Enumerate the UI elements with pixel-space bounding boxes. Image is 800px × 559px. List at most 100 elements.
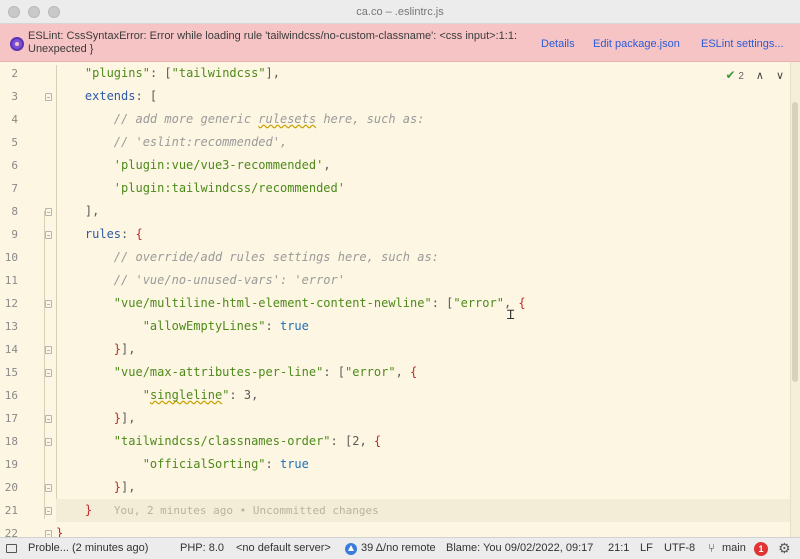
code-line[interactable]: }],: [56, 338, 791, 361]
line-number[interactable]: 8: [0, 200, 60, 223]
code-token: }: [113, 480, 122, 494]
code-line[interactable]: }],: [56, 407, 791, 430]
line-number[interactable]: 19: [0, 453, 60, 476]
code-line[interactable]: // override/add rules settings here, suc…: [56, 246, 791, 269]
fold-marker-icon[interactable]: [45, 484, 52, 492]
fold-marker-icon[interactable]: [45, 369, 52, 377]
line-number[interactable]: 4: [0, 108, 60, 131]
line-number[interactable]: 14: [0, 338, 60, 361]
line-number[interactable]: 15: [0, 361, 60, 384]
line-number[interactable]: 18: [0, 430, 60, 453]
code-token: ,: [251, 388, 259, 402]
code-line[interactable]: "plugins": ["tailwindcss"],: [56, 62, 791, 85]
line-number[interactable]: 12: [0, 292, 60, 315]
code-line[interactable]: 'plugin:vue/vue3-recommended',: [56, 154, 791, 177]
vertical-scrollbar[interactable]: [790, 62, 800, 537]
line-number[interactable]: 6: [0, 154, 60, 177]
notification-badge[interactable]: 1: [754, 542, 768, 556]
code-token: }: [56, 526, 64, 537]
line-number[interactable]: 7: [0, 177, 60, 200]
gear-icon[interactable]: ⚙: [778, 540, 791, 557]
code-line[interactable]: "tailwindcss/classnames-order": [2, {: [56, 430, 791, 453]
line-number[interactable]: 13: [0, 315, 60, 338]
edit-package-json-link[interactable]: Edit package.json: [593, 38, 680, 50]
eslint-settings-link[interactable]: ESLint settings...: [701, 38, 784, 50]
line-number[interactable]: 2: [0, 62, 60, 85]
line-number[interactable]: 5: [0, 131, 60, 154]
line-number[interactable]: 16: [0, 384, 60, 407]
code-line[interactable]: // 'eslint:recommended',: [56, 131, 791, 154]
inspection-status[interactable]: ✔ 2: [725, 68, 743, 82]
code-line[interactable]: "vue/multiline-html-element-content-newl…: [56, 292, 791, 315]
fold-marker-icon[interactable]: [45, 530, 52, 537]
code-line[interactable]: }],: [56, 476, 791, 499]
chevron-down-icon[interactable]: ∨: [776, 69, 784, 82]
code-line[interactable]: "singleline": 3,: [56, 384, 791, 407]
line-number[interactable]: 9: [0, 223, 60, 246]
code-token: : [: [323, 365, 345, 379]
code-line[interactable]: "allowEmptyLines": true: [56, 315, 791, 338]
problems-status[interactable]: Proble... (2 minutes ago): [28, 542, 148, 554]
vcs-status[interactable]: 39 Δ/no remote: [361, 542, 436, 554]
line-number-text: 19: [4, 458, 18, 471]
code-line[interactable]: // 'vue/no-unused-vars': 'error': [56, 269, 791, 292]
fold-marker-icon[interactable]: [45, 346, 52, 354]
code-line[interactable]: }: [56, 522, 791, 537]
code-line[interactable]: rules: {: [56, 223, 791, 246]
code-line[interactable]: "vue/max-attributes-per-line": ["error",…: [56, 361, 791, 384]
line-number[interactable]: 22: [0, 522, 60, 537]
line-number-text: 3: [11, 90, 18, 103]
inspection-widget[interactable]: ✔ 2 ∧ ∨: [725, 68, 784, 82]
code-line[interactable]: 'plugin:tailwindcss/recommended': [56, 177, 791, 200]
code-line[interactable]: "officialSorting": true: [56, 453, 791, 476]
code-token: }: [113, 411, 122, 425]
php-version[interactable]: PHP: 8.0: [180, 542, 224, 554]
fold-marker-icon[interactable]: [45, 507, 52, 515]
git-branch[interactable]: main: [722, 542, 746, 554]
line-number[interactable]: 21: [0, 499, 60, 522]
chevron-up-icon[interactable]: ∧: [756, 69, 764, 82]
fold-marker-icon[interactable]: [45, 231, 52, 239]
fold-marker-icon[interactable]: [45, 438, 52, 446]
close-window-button[interactable]: [8, 6, 20, 18]
eslint-icon: [10, 37, 24, 51]
cursor-position[interactable]: 21:1: [608, 542, 629, 554]
server-selector[interactable]: <no default server>: [236, 542, 331, 554]
branch-icon: ⑂: [708, 541, 716, 555]
code-token: {: [410, 365, 418, 379]
blame-status[interactable]: Blame: You 09/02/2022, 09:17: [446, 542, 593, 554]
fold-marker-icon[interactable]: [45, 93, 52, 101]
line-ending[interactable]: LF: [640, 542, 653, 554]
window-controls[interactable]: [8, 6, 60, 18]
file-encoding[interactable]: UTF-8: [664, 542, 695, 554]
code-line[interactable]: ],: [56, 200, 791, 223]
line-number[interactable]: 11: [0, 269, 60, 292]
line-number[interactable]: 10: [0, 246, 60, 269]
line-number[interactable]: 3: [0, 85, 60, 108]
scrollbar-thumb[interactable]: [792, 102, 798, 382]
code-token: "tailwindcss/classnames-order": [113, 434, 331, 448]
zoom-window-button[interactable]: [48, 6, 60, 18]
line-number[interactable]: 20: [0, 476, 60, 499]
fold-marker-icon[interactable]: [45, 300, 52, 308]
line-number[interactable]: 17: [0, 407, 60, 430]
code-line[interactable]: extends: [: [56, 85, 791, 108]
code-editor[interactable]: 2 "plugins": ["tailwindcss"], 3 extends: …: [0, 62, 800, 537]
minimize-window-button[interactable]: [28, 6, 40, 18]
fold-marker-icon[interactable]: [45, 415, 52, 423]
code-token: // override/add rules settings here, suc…: [113, 250, 439, 264]
tool-window-toggle-icon[interactable]: [6, 544, 17, 553]
fold-marker-icon[interactable]: [45, 208, 52, 216]
current-code-line[interactable]: } You, 2 minutes ago • Uncommitted chang…: [56, 499, 791, 522]
code-token: : [: [149, 66, 172, 80]
details-link[interactable]: Details: [541, 38, 575, 50]
code-line[interactable]: // add more generic rulesets here, such …: [56, 108, 791, 131]
vcs-upload-icon: [345, 543, 357, 555]
